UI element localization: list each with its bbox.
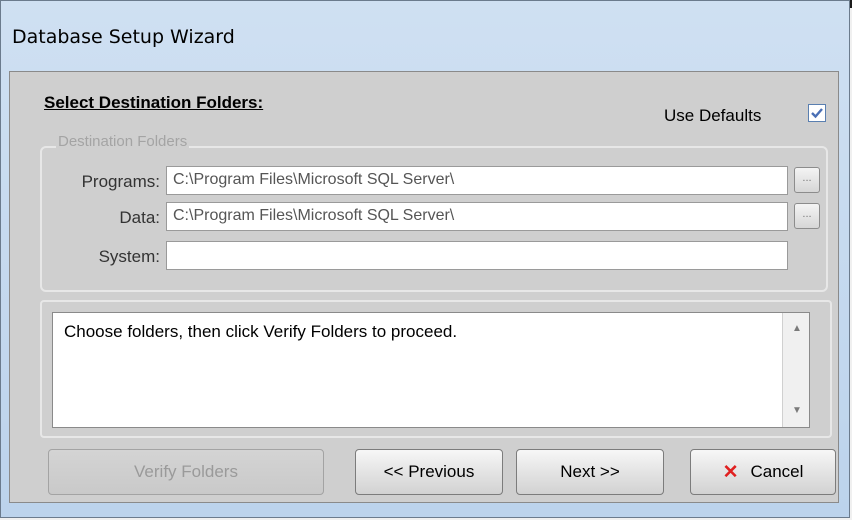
system-label: System: (98, 247, 160, 266)
use-defaults-checkbox[interactable] (808, 104, 826, 122)
use-defaults-label: Use Defaults (664, 106, 762, 125)
data-browse-button[interactable]: ... (794, 203, 820, 229)
programs-path-field[interactable]: C:\Program Files\Microsoft SQL Server\ (166, 166, 788, 195)
cancel-button[interactable]: ✕ Cancel (690, 449, 836, 495)
system-path-field[interactable] (166, 241, 788, 270)
checkmark-icon (811, 108, 823, 119)
scroll-up-icon[interactable]: ▲ (792, 323, 802, 334)
programs-browse-button[interactable]: ... (794, 167, 820, 193)
section-heading: Select Destination Folders: (44, 93, 264, 112)
scroll-down-icon[interactable]: ▼ (792, 405, 802, 416)
close-x-icon: ✕ (722, 461, 739, 483)
message-scrollbar[interactable]: ▲ ▼ (782, 313, 809, 427)
data-label: Data: (119, 208, 160, 227)
window-title: Database Setup Wizard (12, 26, 235, 48)
previous-button[interactable]: << Previous (355, 449, 503, 495)
data-path-field[interactable]: C:\Program Files\Microsoft SQL Server\ (166, 202, 788, 231)
message-text: Choose folders, then click Verify Folder… (64, 322, 458, 341)
cancel-label: Cancel (750, 462, 804, 481)
verify-folders-button[interactable]: Verify Folders (48, 449, 324, 495)
programs-label: Programs: (81, 172, 160, 191)
destination-folders-legend: Destination Folders (56, 133, 190, 150)
next-button[interactable]: Next >> (516, 449, 664, 495)
